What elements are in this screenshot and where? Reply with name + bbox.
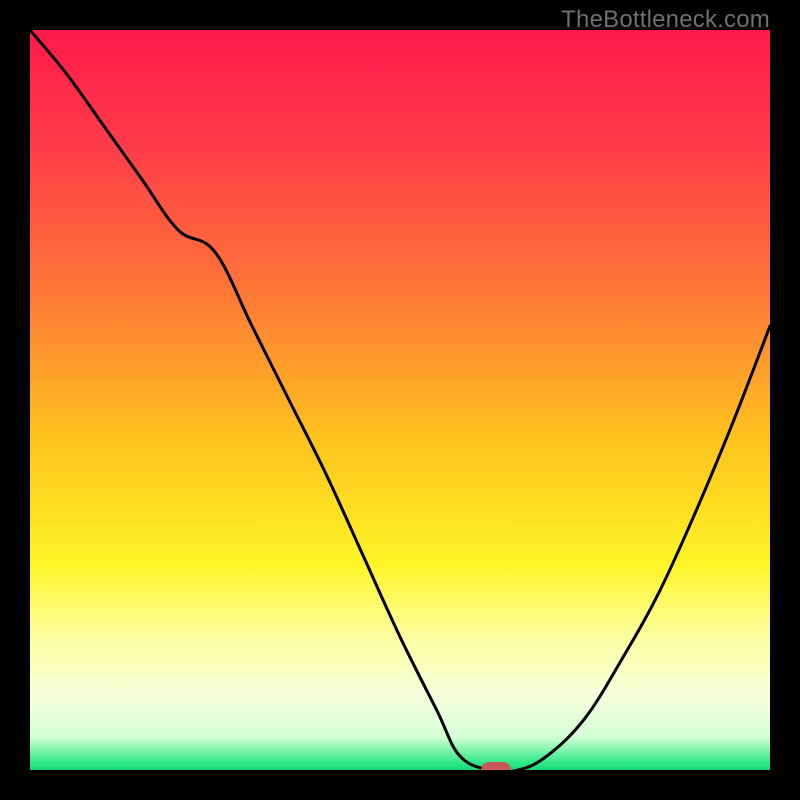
- optimal-marker: [481, 762, 511, 770]
- plot-area: [30, 30, 770, 770]
- watermark-text: TheBottleneck.com: [561, 6, 770, 34]
- bottleneck-curve: [30, 30, 770, 770]
- chart-frame: TheBottleneck.com: [0, 0, 800, 800]
